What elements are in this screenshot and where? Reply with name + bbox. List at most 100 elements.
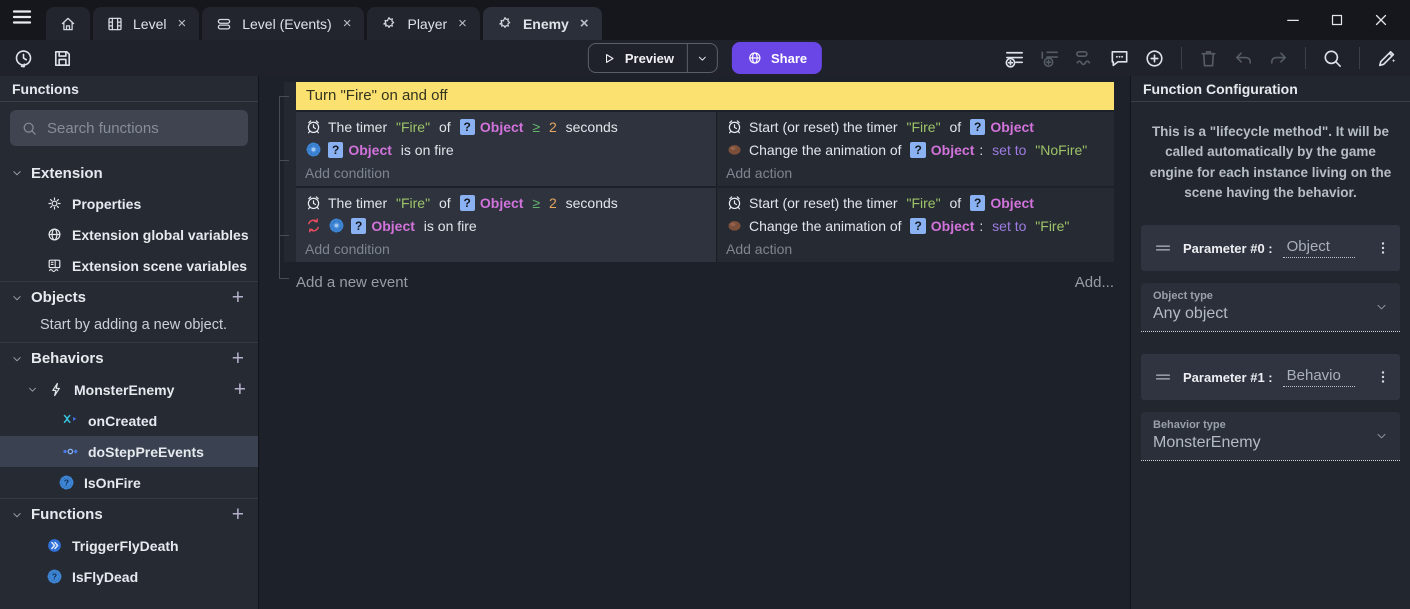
chevron-down-icon <box>10 352 24 366</box>
tree-item-properties[interactable]: Properties <box>0 188 258 219</box>
event-row-1: The timer "Fire" of ?Object ≥ 2 seconds?… <box>296 112 1114 186</box>
condition-line[interactable]: ?Object is on fire <box>296 214 716 237</box>
add-condition-link[interactable]: Add condition <box>296 161 716 184</box>
chevron-down-icon <box>26 383 39 396</box>
undo-icon[interactable] <box>1232 47 1255 70</box>
preview-button[interactable]: Preview <box>588 43 718 73</box>
tree-item-extension-global-variables[interactable]: Extension global variables <box>0 219 258 250</box>
share-button[interactable]: Share <box>732 42 822 74</box>
section-behaviors[interactable]: Behaviors+ <box>0 342 258 374</box>
condition-line[interactable]: The timer "Fire" of ?Object ≥ 2 seconds <box>296 191 716 214</box>
tree-item-dosteppreevents[interactable]: doStepPreEvents <box>0 436 258 467</box>
section-objects[interactable]: Objects + <box>0 281 258 313</box>
tab-level-events[interactable]: Level (Events)× <box>202 7 364 40</box>
token-op: ≥ <box>528 195 543 211</box>
object-param-badge: ? <box>970 119 985 135</box>
panel-title: Function Configuration <box>1131 76 1410 102</box>
close-icon[interactable]: × <box>456 15 467 32</box>
action-line[interactable]: Start (or reset) the timer "Fire" of ?Ob… <box>717 115 1114 138</box>
parameter-name-field[interactable]: Object <box>1283 238 1355 258</box>
close-icon[interactable]: × <box>578 15 589 32</box>
condition-line[interactable]: ?Object is on fire <box>296 138 716 161</box>
add-more-link[interactable]: Add... <box>1075 274 1114 291</box>
add-action-link[interactable]: Add action <box>717 237 1114 260</box>
tree-guide-line <box>279 96 280 279</box>
tree-item-isonfire[interactable]: ?IsOnFire <box>0 467 258 498</box>
events-sheet: Turn "Fire" on and off The timer "Fire" … <box>259 76 1130 609</box>
kebab-menu-icon[interactable] <box>1374 239 1392 257</box>
token-plain: is on fire <box>420 218 477 234</box>
condition-line[interactable]: The timer "Fire" of ?Object ≥ 2 seconds <box>296 115 716 138</box>
empty-state-note: Start by adding a new object. <box>0 313 258 342</box>
section-label: Functions <box>31 506 103 523</box>
add-circle-icon[interactable] <box>1143 47 1166 70</box>
close-icon[interactable]: × <box>341 15 352 32</box>
parameter-row-0[interactable]: Parameter #0 :Object <box>1141 225 1400 271</box>
section-extension[interactable]: Extension <box>0 158 258 188</box>
close-icon[interactable]: × <box>175 15 186 32</box>
event-comment[interactable]: Turn "Fire" on and off <box>296 82 1114 110</box>
add-comment-icon[interactable] <box>1108 47 1131 70</box>
tree-item-extension-scene-variables[interactable]: Extension scene variables <box>0 250 258 281</box>
drag-handle-icon <box>1153 238 1173 258</box>
timer-icon <box>305 194 322 211</box>
select-label: Object type <box>1153 290 1388 302</box>
search-box[interactable] <box>10 110 248 146</box>
tree-item-monsterenemy[interactable]: MonsterEnemy+ <box>0 374 258 405</box>
history-icon[interactable] <box>12 47 35 70</box>
search-icon[interactable] <box>1321 47 1344 70</box>
section-functions[interactable]: Functions + <box>0 498 258 530</box>
tab-home[interactable] <box>46 7 90 40</box>
add-sub-event-icon[interactable] <box>1038 47 1061 70</box>
kebab-menu-icon[interactable] <box>1374 368 1392 386</box>
add-new-event-link[interactable]: Add a new event <box>296 274 408 291</box>
action-line[interactable]: Change the animation of ?Object: set to … <box>717 138 1114 161</box>
menu-icon[interactable] <box>10 5 34 29</box>
preview-main[interactable]: Preview <box>589 44 687 72</box>
token-kw: set to <box>992 142 1030 158</box>
add-condition-link[interactable]: Add condition <box>296 237 716 260</box>
maximize-button[interactable] <box>1328 11 1346 29</box>
tree-item-isflydead[interactable]: ?IsFlyDead <box>0 561 258 592</box>
save-icon[interactable] <box>51 47 74 70</box>
actions-column: Start (or reset) the timer "Fire" of ?Ob… <box>717 188 1114 262</box>
minimize-button[interactable] <box>1284 11 1302 29</box>
search-input[interactable] <box>47 120 246 137</box>
token-plain: Change the animation of <box>749 218 905 234</box>
add-button[interactable]: + <box>228 349 248 369</box>
add-event-icon[interactable] <box>1003 47 1026 70</box>
action-line[interactable]: Change the animation of ?Object: set to … <box>717 214 1114 237</box>
tab-enemy[interactable]: Enemy × <box>483 7 602 40</box>
tab-label: Enemy <box>523 16 569 32</box>
tab-player[interactable]: Player× <box>367 7 479 40</box>
add-action-link[interactable]: Add action <box>717 161 1114 184</box>
animation-icon <box>726 217 743 234</box>
edit-extension-icon[interactable] <box>1375 47 1398 70</box>
toolbar-right <box>1003 47 1410 70</box>
token-str: "Fire" <box>1035 218 1069 234</box>
token-str: "Fire" <box>906 195 944 211</box>
function-configuration-panel: Function Configuration This is a "lifecy… <box>1130 76 1410 609</box>
tab-level[interactable]: Level× <box>93 7 199 40</box>
tree-item-triggerflydeath[interactable]: TriggerFlyDeath <box>0 530 258 561</box>
add-button[interactable]: + <box>228 505 248 525</box>
select-label: Behavior type <box>1153 419 1388 431</box>
parameter-type-select-0[interactable]: Object typeAny object <box>1141 283 1400 332</box>
action-line[interactable]: Start (or reset) the timer "Fire" of ?Ob… <box>717 191 1114 214</box>
timer-icon <box>726 194 743 211</box>
preview-dropdown-button[interactable] <box>688 44 717 72</box>
add-button[interactable]: + <box>228 288 248 308</box>
tree-item-oncreated[interactable]: onCreated <box>0 405 258 436</box>
parameter-name-field[interactable]: Behavio <box>1283 367 1355 387</box>
globe-icon <box>747 50 763 66</box>
sidebar-title: Functions <box>0 76 258 102</box>
redo-icon[interactable] <box>1267 47 1290 70</box>
section-label: Objects <box>31 289 86 306</box>
add-button[interactable]: + <box>230 380 250 400</box>
share-label: Share <box>771 51 807 66</box>
parameter-row-1[interactable]: Parameter #1 :Behavio <box>1141 354 1400 400</box>
add-other-event-icon[interactable] <box>1073 47 1096 70</box>
parameter-type-select-1[interactable]: Behavior typeMonsterEnemy <box>1141 412 1400 461</box>
trash-icon[interactable] <box>1197 47 1220 70</box>
close-button[interactable] <box>1372 11 1390 29</box>
